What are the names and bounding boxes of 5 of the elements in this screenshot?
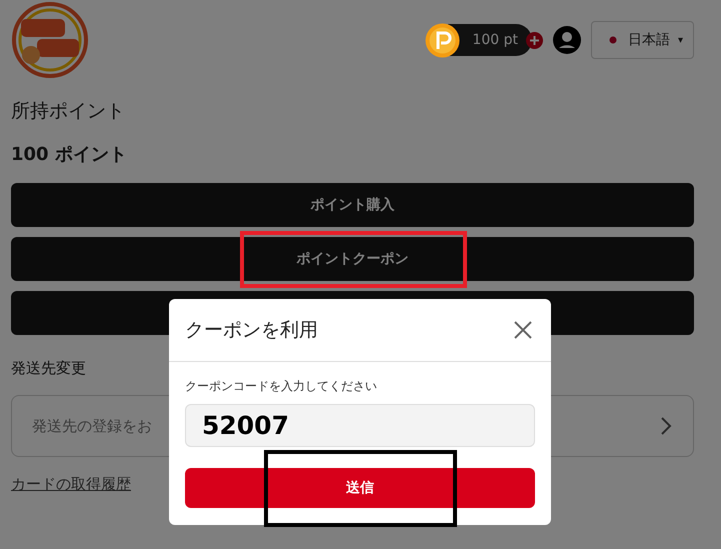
point-total: 100 ポイント bbox=[11, 143, 128, 166]
field-label: クーポンコードを入力してください bbox=[185, 378, 378, 395]
section-title: 所持ポイント bbox=[11, 99, 126, 124]
dialog-title: クーポンを利用 bbox=[185, 318, 318, 343]
section-title: 発送先変更 bbox=[11, 359, 87, 378]
